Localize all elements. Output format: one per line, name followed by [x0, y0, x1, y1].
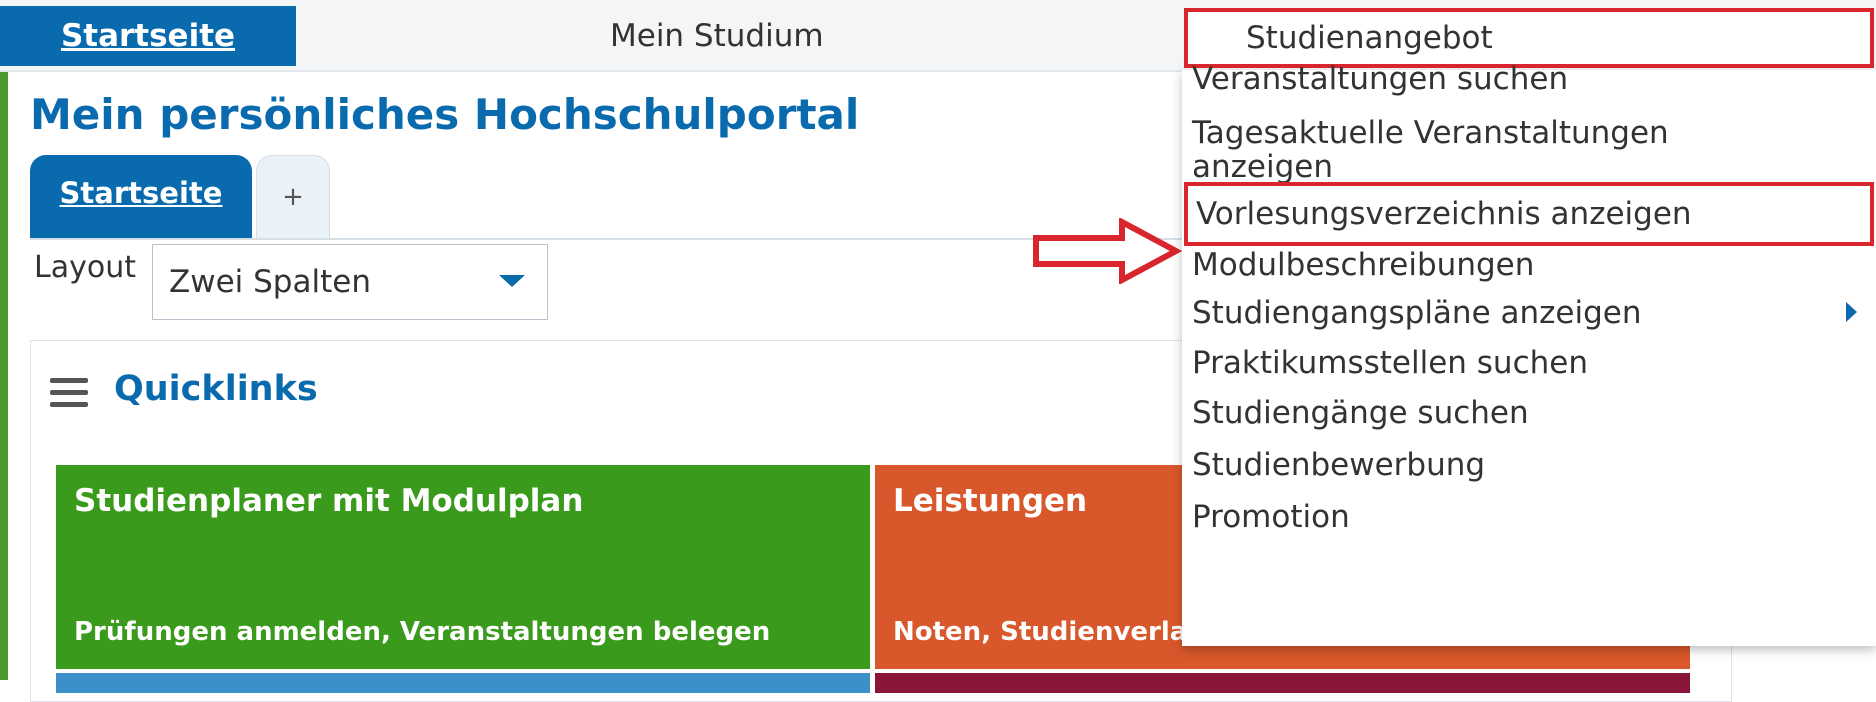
- tile-partial-blue[interactable]: [56, 673, 870, 693]
- tile-subtitle: Noten, Studienverla: [893, 617, 1188, 647]
- nav-study-offer[interactable]: Studienangebot: [1184, 8, 1874, 68]
- quicklinks-title: Quicklinks: [114, 369, 318, 409]
- menu-item-modulbeschreibungen[interactable]: Modulbeschreibungen: [1192, 248, 1852, 282]
- layout-select-value: Zwei Spalten: [169, 264, 371, 300]
- menu-item-label: anzeigen: [1192, 149, 1333, 185]
- menu-item-studiengangsplaene[interactable]: Studiengangspläne anzeigen: [1192, 296, 1852, 330]
- add-tab-button[interactable]: +: [256, 155, 330, 238]
- tile-title: Leistungen: [893, 483, 1088, 519]
- menu-item-studiengaenge-suchen[interactable]: Studiengänge suchen: [1192, 396, 1852, 430]
- menu-item-praktikumsstellen[interactable]: Praktikumsstellen suchen: [1192, 346, 1852, 380]
- layout-label: Layout: [34, 250, 136, 285]
- left-accent-bar: [0, 72, 8, 680]
- tile-title: Studienplaner mit Modulplan: [74, 483, 584, 519]
- menu-item-vorlesungsverzeichnis[interactable]: Vorlesungsverzeichnis anzeigen: [1184, 182, 1874, 246]
- nav-my-studies[interactable]: Mein Studium: [610, 6, 824, 66]
- tab-startseite[interactable]: Startseite: [30, 155, 252, 238]
- menu-item-veranstaltungen-suchen[interactable]: Veranstaltungen suchen: [1192, 62, 1852, 96]
- nav-home-link[interactable]: Startseite: [0, 6, 296, 66]
- menu-item-tagesaktuelle[interactable]: Tagesaktuelle Veranstaltungen anzeigen: [1192, 116, 1852, 184]
- tile-partial-maroon[interactable]: [875, 673, 1690, 693]
- menu-item-label: Tagesaktuelle Veranstaltungen: [1192, 115, 1669, 151]
- menu-item-promotion[interactable]: Promotion: [1192, 500, 1852, 534]
- layout-select[interactable]: Zwei Spalten: [152, 244, 548, 320]
- tile-subtitle: Prüfungen anmelden, Veranstaltungen bele…: [74, 617, 771, 647]
- menu-item-label: Vorlesungsverzeichnis anzeigen: [1196, 196, 1692, 232]
- page-title: Mein persönliches Hochschulportal: [30, 90, 860, 139]
- annotation-arrow-icon: [1033, 218, 1182, 284]
- menu-item-studienbewerbung[interactable]: Studienbewerbung: [1192, 448, 1852, 482]
- chevron-down-icon: [499, 275, 525, 287]
- hamburger-icon[interactable]: [50, 378, 88, 408]
- tile-studienplaner[interactable]: Studienplaner mit Modulplan Prüfungen an…: [56, 465, 870, 669]
